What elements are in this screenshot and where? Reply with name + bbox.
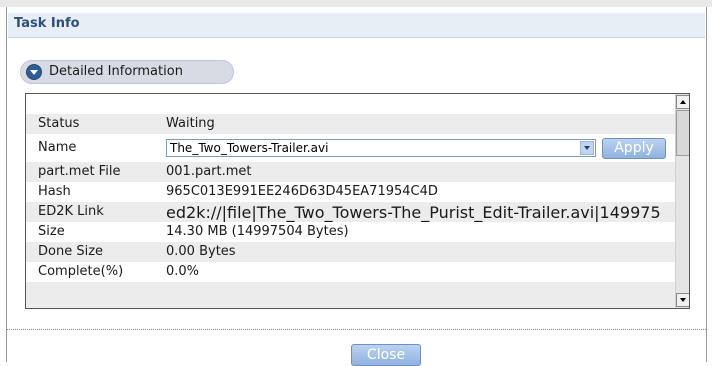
name-select-value: The_Two_Towers-Trailer.avi [170,141,329,155]
details-list: Status Waiting Name The_Two_Towers-Trail… [26,94,675,308]
blank-row [26,94,675,114]
footer-divider [7,329,706,330]
scroll-up-icon[interactable] [676,95,689,109]
row-hash: Hash 965C013E991EE246D63D45EA71954C4D [26,182,675,202]
row-donesize: Done Size 0.00 Bytes [26,242,675,262]
details-scroll-box: Status Waiting Name The_Two_Towers-Trail… [25,93,690,309]
detailed-information-toggle[interactable]: Detailed Information [20,60,234,84]
size-label: Size [38,224,65,239]
size-value: 14.30 MB (14997504 Bytes) [166,224,349,239]
row-ed2k: ED2K Link ed2k://|file|The_Two_Towers-Th… [26,202,675,222]
partmet-label: part.met File [38,164,121,179]
hash-label: Hash [38,184,71,199]
task-info-panel: Task Info Detailed Information Status Wa… [6,7,707,366]
collapse-arrow-icon [26,64,42,80]
partmet-value: 001.part.met [166,164,252,179]
section-label: Detailed Information [49,64,183,79]
panel-title: Task Info [14,16,80,31]
ed2k-label: ED2K Link [38,204,104,219]
scroll-thumb[interactable] [676,110,689,156]
ed2k-value: ed2k://|file|The_Two_Towers-The_Purist_E… [166,203,661,222]
top-cropped-strip [0,0,712,7]
row-size: Size 14.30 MB (14997504 Bytes) [26,222,675,242]
status-value: Waiting [166,116,215,131]
hash-value: 965C013E991EE246D63D45EA71954C4D [166,184,438,199]
row-cut-off [26,282,675,308]
row-status: Status Waiting [26,114,675,134]
close-button[interactable]: Close [351,344,421,366]
vertical-scrollbar[interactable] [675,94,689,308]
donesize-label: Done Size [38,244,104,259]
panel-titlebar: Task Info [8,13,705,38]
chevron-down-icon[interactable] [580,141,594,155]
name-select[interactable]: The_Two_Towers-Trailer.avi [166,139,596,157]
status-label: Status [38,116,80,131]
apply-button[interactable]: Apply [602,138,666,159]
row-name: Name The_Two_Towers-Trailer.avi Apply [26,134,675,162]
donesize-value: 0.00 Bytes [166,244,236,259]
name-label: Name [38,140,77,155]
complete-value: 0.0% [166,264,200,279]
row-complete: Complete(%) 0.0% [26,262,675,282]
row-partmet: part.met File 001.part.met [26,162,675,182]
complete-label: Complete(%) [38,264,124,279]
scroll-down-icon[interactable] [676,293,689,307]
